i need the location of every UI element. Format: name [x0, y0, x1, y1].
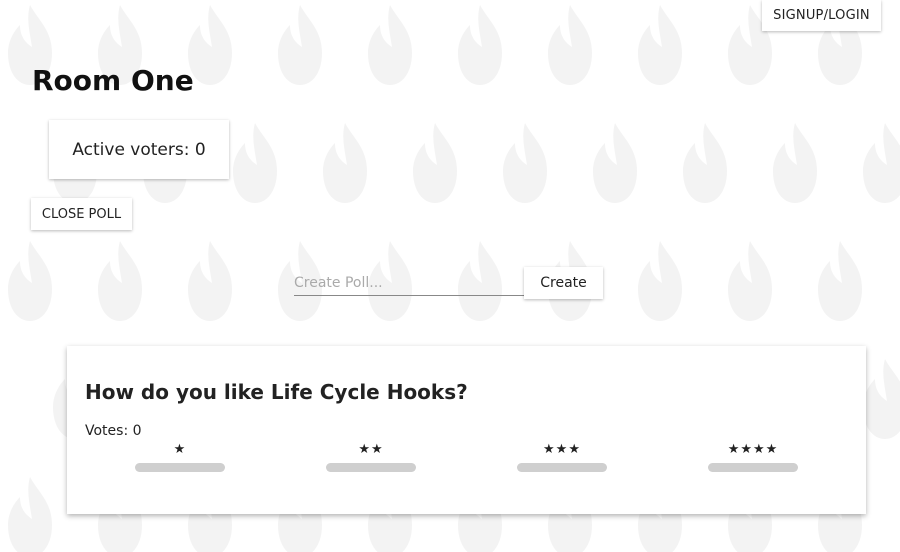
poll-option-2-stars[interactable]: ★★	[326, 442, 416, 472]
flame-icon	[863, 123, 900, 203]
vote-progress-bar	[326, 463, 416, 472]
vote-progress-bar	[517, 463, 607, 472]
star-icon: ★★	[358, 442, 384, 457]
vote-progress-bar	[708, 463, 798, 472]
flame-icon	[98, 241, 142, 321]
flame-icon	[638, 241, 682, 321]
flame-icon	[458, 5, 502, 85]
flame-icon	[728, 241, 772, 321]
flame-icon	[503, 123, 547, 203]
flame-icon	[773, 123, 817, 203]
flame-icon	[278, 5, 322, 85]
create-poll-input[interactable]	[294, 270, 524, 296]
poll-option-4-stars[interactable]: ★★★★	[708, 442, 798, 472]
flame-icon	[548, 5, 592, 85]
poll-question: How do you like Life Cycle Hooks?	[85, 380, 468, 404]
close-poll-button[interactable]: CLOSE POLL	[31, 198, 132, 230]
active-voters-text: Active voters: 0	[72, 139, 206, 160]
flame-icon	[638, 5, 682, 85]
star-icon: ★★★	[543, 442, 581, 457]
flame-icon	[818, 241, 862, 321]
poll-option-1-star[interactable]: ★	[135, 442, 225, 472]
flame-icon	[323, 123, 367, 203]
room-title: Room One	[32, 64, 194, 97]
flame-icon	[368, 5, 412, 85]
star-icon: ★	[173, 442, 187, 457]
star-icon: ★★★★	[727, 442, 779, 457]
poll-card: How do you like Life Cycle Hooks? Votes:…	[67, 346, 866, 514]
flame-icon	[188, 241, 232, 321]
vote-progress-bar	[135, 463, 225, 472]
poll-option-3-stars[interactable]: ★★★	[517, 442, 607, 472]
flame-icon	[233, 123, 277, 203]
flame-icon	[188, 5, 232, 85]
active-voters-card: Active voters: 0	[49, 120, 229, 179]
flame-icon	[683, 123, 727, 203]
signup-login-button[interactable]: SIGNUP/LOGIN	[762, 0, 881, 31]
poll-vote-count: Votes: 0	[85, 423, 142, 439]
flame-icon	[8, 477, 52, 552]
flame-icon	[863, 359, 900, 439]
create-poll-button[interactable]: Create	[524, 267, 603, 299]
flame-icon	[413, 123, 457, 203]
flame-icon	[593, 123, 637, 203]
flame-icon	[8, 241, 52, 321]
